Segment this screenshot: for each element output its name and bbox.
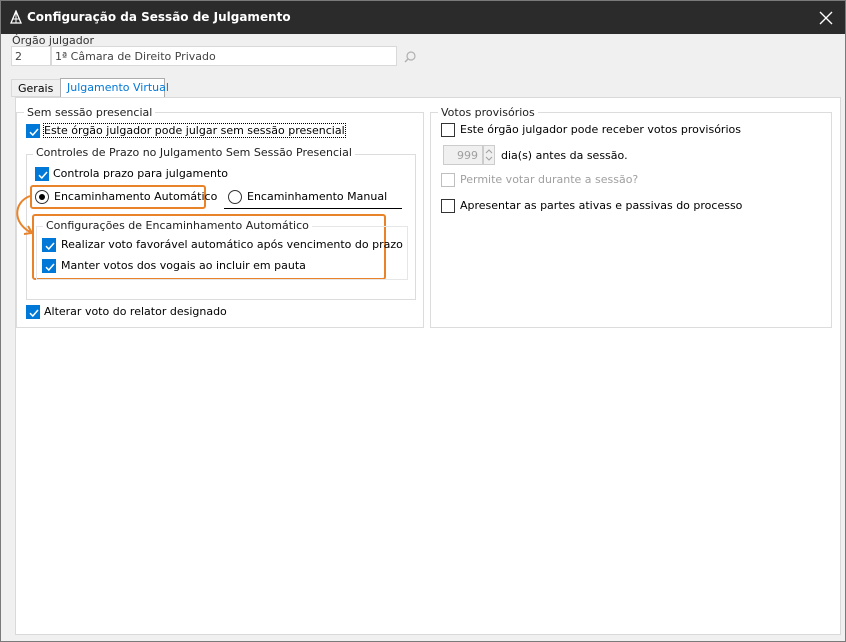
permite-votar-label[interactable]: Permite votar durante a sessão? bbox=[460, 173, 638, 186]
separator-line bbox=[224, 208, 402, 209]
close-button[interactable] bbox=[807, 1, 845, 34]
dias-stepper-input[interactable]: 999 bbox=[443, 145, 483, 165]
alterar-voto-checkbox[interactable] bbox=[26, 305, 40, 319]
radio-auto-label[interactable]: Encaminhamento Automático bbox=[54, 190, 217, 203]
alterar-voto-label[interactable]: Alterar voto do relator designado bbox=[44, 305, 227, 318]
check-icon bbox=[38, 171, 48, 180]
config-encaminhamento-title: Configurações de Encaminhamento Automáti… bbox=[43, 219, 312, 232]
check-icon bbox=[45, 242, 55, 251]
votos-provisorios-title: Votos provisórios bbox=[438, 106, 538, 119]
manter-votos-checkbox[interactable] bbox=[42, 259, 56, 273]
check-icon bbox=[29, 128, 39, 137]
tab-panel: Sem sessão presencial Este órgão julgado… bbox=[15, 97, 841, 635]
controla-prazo-label[interactable]: Controla prazo para julgamento bbox=[53, 167, 228, 180]
dias-stepper-buttons[interactable] bbox=[483, 145, 495, 165]
pode-receber-label[interactable]: Este órgão julgador pode receber votos p… bbox=[460, 123, 741, 136]
apresentar-partes-label[interactable]: Apresentar as partes ativas e passivas d… bbox=[460, 199, 742, 212]
sem-sessao-title: Sem sessão presencial bbox=[24, 106, 156, 119]
search-icon[interactable] bbox=[403, 50, 417, 67]
check-icon bbox=[29, 309, 39, 318]
controla-prazo-checkbox[interactable] bbox=[35, 167, 49, 181]
scales-icon bbox=[9, 9, 23, 24]
pode-julgar-label[interactable]: Este órgão julgador pode julgar sem sess… bbox=[43, 123, 346, 138]
voto-favoravel-label[interactable]: Realizar voto favorável automático após … bbox=[61, 238, 403, 251]
tab-julgamento-virtual[interactable]: Julgamento Virtual bbox=[60, 78, 169, 98]
manter-votos-label[interactable]: Manter votos dos vogais ao incluir em pa… bbox=[61, 259, 306, 272]
permite-votar-checkbox[interactable] bbox=[441, 173, 455, 187]
pode-receber-checkbox[interactable] bbox=[441, 123, 455, 137]
apresentar-partes-checkbox[interactable] bbox=[441, 199, 455, 213]
window-title: Configuração da Sessão de Julgamento bbox=[27, 10, 291, 24]
controles-prazo-title: Controles de Prazo no Julgamento Sem Ses… bbox=[33, 146, 355, 159]
annotation-arrow-icon bbox=[16, 195, 34, 235]
stepper-arrows-icon bbox=[485, 149, 493, 161]
dias-label: dia(s) antes da sessão. bbox=[501, 149, 628, 162]
orgao-name-field[interactable]: 1ª Câmara de Direito Privado bbox=[51, 46, 397, 66]
dialog-window: Configuração da Sessão de Julgamento Órg… bbox=[0, 0, 846, 642]
radio-manual-label[interactable]: Encaminhamento Manual bbox=[247, 190, 387, 203]
pode-julgar-checkbox[interactable] bbox=[26, 124, 40, 138]
title-bar: Configuração da Sessão de Julgamento bbox=[1, 1, 845, 34]
voto-favoravel-checkbox[interactable] bbox=[42, 238, 56, 252]
tab-gerais[interactable]: Gerais bbox=[11, 79, 61, 97]
orgao-code-field[interactable]: 2 bbox=[11, 46, 51, 66]
radio-encaminhamento-manual[interactable] bbox=[228, 190, 242, 204]
close-icon[interactable] bbox=[807, 1, 845, 34]
check-icon bbox=[45, 263, 55, 272]
